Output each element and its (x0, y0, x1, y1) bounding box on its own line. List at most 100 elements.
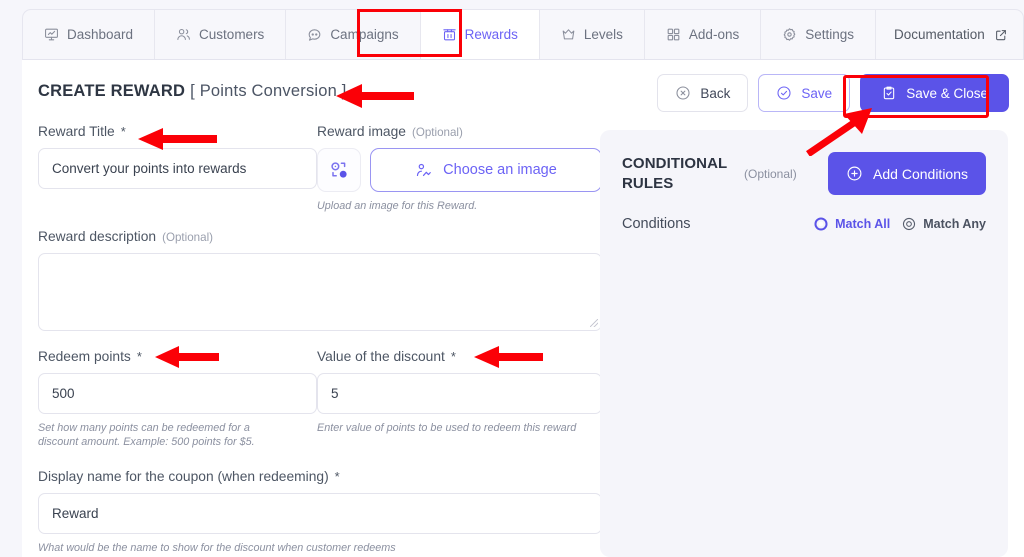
reward-image-thumbnail[interactable] (317, 148, 361, 192)
nav-tab-campaigns[interactable]: Campaigns (286, 10, 421, 59)
nav-tab-addons[interactable]: Add-ons (645, 10, 762, 59)
nav-tab-label: Campaigns (330, 27, 399, 42)
megaphone-icon (307, 27, 322, 42)
nav-tab-label: Rewards (464, 27, 518, 42)
app-root: Dashboard Customers Campaigns Rewards Le… (0, 0, 1024, 557)
reward-image-label-wrap: Reward image (Optional) (317, 124, 602, 139)
reward-description-label: Reward description (38, 228, 157, 244)
nav-tab-label: Levels (583, 27, 623, 42)
reward-title-label: Reward Title (38, 124, 115, 139)
page-title: CREATE REWARD[ Points Conversion ] (38, 82, 347, 101)
grid-icon (666, 27, 681, 42)
check-circle-icon (776, 85, 792, 101)
radio-selected-icon (814, 217, 828, 231)
page-title-main: CREATE REWARD (38, 82, 186, 100)
reward-description-textarea[interactable] (38, 252, 602, 331)
required-asterisk: * (334, 468, 340, 484)
radio-unselected-icon (902, 217, 916, 231)
form-row-points-discount: Redeem points * 500 Set how many points … (38, 349, 602, 450)
reward-title-group: Reward Title * Convert your points into … (38, 124, 317, 214)
optional-tag: (Optional) (162, 230, 214, 244)
reward-image-group: Reward image (Optional) Choose an image … (317, 124, 602, 214)
redeem-points-group: Redeem points * 500 Set how many points … (38, 349, 317, 450)
image-upload-icon (415, 162, 432, 179)
nav-tab-settings[interactable]: Settings (761, 10, 876, 59)
reward-title-label-wrap: Reward Title * (38, 124, 317, 139)
coupon-display-name-label-wrap: Display name for the coupon (when redeem… (38, 469, 602, 484)
documentation-label: Documentation (894, 27, 985, 42)
reward-image-controls: Choose an image (317, 148, 602, 192)
add-conditions-label: Add Conditions (873, 165, 968, 182)
form-row-title-image: Reward Title * Convert your points into … (38, 124, 602, 214)
page-body: CREATE REWARD[ Points Conversion ] Back (22, 60, 1024, 557)
external-link-icon (994, 28, 1008, 42)
save-and-close-button-label: Save & Close (906, 85, 988, 101)
nav-tab-label: Add-ons (688, 27, 740, 42)
image-placeholder-icon (327, 158, 351, 182)
save-and-close-button[interactable]: Save & Close (860, 74, 1009, 112)
required-asterisk: * (120, 124, 126, 139)
required-asterisk: * (136, 348, 142, 364)
discount-value-label-wrap: Value of the discount * (317, 349, 602, 364)
back-button[interactable]: Back (657, 74, 749, 112)
conditions-match-row: Conditions Match All Match Any (622, 216, 986, 232)
plus-circle-icon (846, 165, 863, 182)
redeem-points-label: Redeem points (38, 348, 131, 364)
nav-tab-dashboard[interactable]: Dashboard (23, 10, 156, 59)
conditional-rules-header: CONDITIONAL RULES (Optional) Add Conditi… (622, 152, 986, 195)
match-all-radio[interactable]: Match All (814, 217, 890, 231)
reward-description-label-wrap: Reward description (Optional) (38, 229, 602, 244)
nav-tab-label: Customers (199, 27, 265, 42)
monitor-icon (44, 27, 59, 42)
match-all-label: Match All (835, 217, 891, 231)
close-circle-icon (675, 85, 691, 101)
page-title-variant: [ Points Conversion ] (190, 82, 347, 100)
match-any-label: Match Any (923, 217, 986, 231)
coupon-display-name-label: Display name for the coupon (when redeem… (38, 468, 329, 484)
reward-form: Reward Title * Convert your points into … (38, 124, 602, 555)
choose-image-button[interactable]: Choose an image (370, 148, 602, 192)
gear-icon (782, 27, 797, 42)
redeem-points-hint: Set how many points can be redeemed for … (38, 421, 255, 449)
nav-tab-label: Settings (805, 27, 854, 42)
conditional-rules-panel: CONDITIONAL RULES (Optional) Add Conditi… (600, 130, 1008, 557)
add-conditions-button[interactable]: Add Conditions (828, 152, 986, 195)
redeem-points-label-wrap: Redeem points * (38, 349, 317, 364)
optional-tag: (Optional) (744, 166, 797, 181)
conditions-label: Conditions (622, 216, 691, 232)
coupon-display-name-hint: What would be the name to show for the d… (38, 541, 396, 554)
reward-image-hint: Upload an image for this Reward. (317, 200, 478, 212)
save-button[interactable]: Save (758, 74, 851, 112)
conditional-rules-title-line2: RULES (622, 174, 674, 192)
coupon-display-name-group: Display name for the coupon (when redeem… (38, 469, 602, 556)
discount-value-label: Value of the discount (317, 348, 445, 364)
save-button-label: Save (801, 85, 833, 101)
choose-image-label: Choose an image (443, 162, 557, 178)
nav-tab-label: Dashboard (67, 27, 134, 42)
conditional-rules-title: CONDITIONAL RULES (622, 154, 740, 194)
back-button-label: Back (700, 85, 731, 101)
gift-icon (442, 27, 457, 42)
reward-image-label: Reward image (317, 124, 406, 139)
reward-title-input[interactable]: Convert your points into rewards (38, 148, 317, 189)
top-navigation-bar: Dashboard Customers Campaigns Rewards Le… (22, 9, 1024, 60)
action-button-group: Back Save Save & Close (657, 74, 1009, 112)
nav-tab-rewards[interactable]: Rewards (420, 10, 540, 59)
match-any-radio[interactable]: Match Any (902, 217, 986, 231)
redeem-points-input[interactable]: 500 (38, 372, 317, 414)
clipboard-check-icon (881, 85, 897, 101)
nav-tab-customers[interactable]: Customers (155, 10, 287, 59)
match-mode-radio-group: Match All Match Any (814, 217, 986, 231)
conditional-rules-title-line1: CONDITIONAL (622, 154, 728, 172)
reward-description-group: Reward description (Optional) (38, 229, 602, 331)
coupon-display-name-input[interactable]: Reward (38, 492, 602, 534)
nav-tab-levels[interactable]: Levels (540, 10, 645, 59)
crown-icon (561, 27, 576, 42)
discount-value-group: Value of the discount * 5 Enter value of… (317, 349, 602, 450)
optional-tag: (Optional) (411, 126, 463, 139)
documentation-link[interactable]: Documentation (876, 10, 1024, 59)
discount-value-hint: Enter value of points to be used to rede… (317, 421, 577, 434)
users-icon (176, 27, 191, 42)
required-asterisk: * (450, 348, 456, 364)
discount-value-input[interactable]: 5 (317, 372, 602, 414)
